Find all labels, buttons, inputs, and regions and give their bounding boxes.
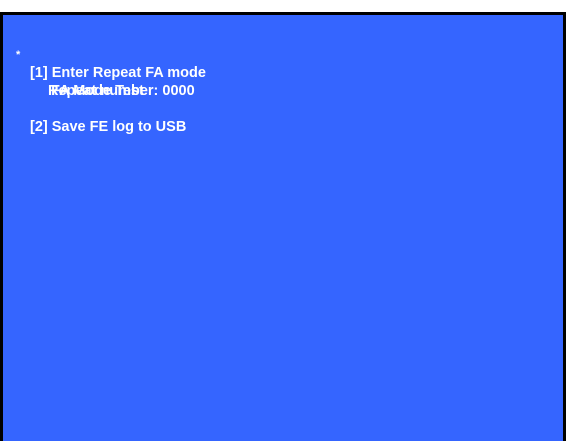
menu-title: FA Mode Test	[51, 83, 144, 99]
fa-mode-menu: * FA Mode Test [1] Enter Repeat FA mode …	[16, 46, 206, 136]
service-menu-screen: * FA Mode Test [1] Enter Repeat FA mode …	[0, 12, 566, 441]
menu-title-row: * FA Mode Test	[16, 46, 206, 99]
selection-marker-icon: *	[16, 49, 21, 61]
menu-item-enter-repeat-fa-mode[interactable]: [1] Enter Repeat FA mode	[27, 64, 206, 82]
menu-spacer	[27, 100, 206, 118]
menu-item-save-fe-log-to-usb[interactable]: [2] Save FE log to USB	[27, 118, 206, 136]
